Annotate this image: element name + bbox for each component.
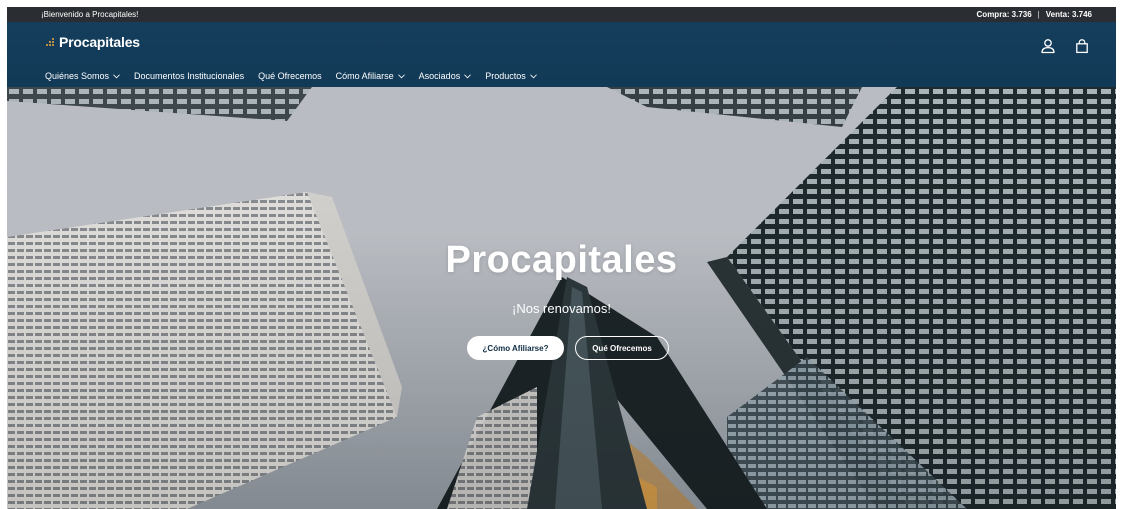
header-actions [1040, 38, 1090, 54]
nav-label: Documentos Institucionales [134, 71, 245, 81]
chevron-down-icon [529, 73, 537, 78]
nav-label: Quiénes Somos [45, 71, 110, 81]
nav-label: Qué Ofrecemos [258, 71, 322, 81]
chevron-down-icon [397, 73, 405, 78]
main-nav: Quiénes Somos Documentos Institucionales… [45, 71, 537, 81]
chevron-down-icon [113, 73, 120, 78]
announcement-bar: ¡Bienvenido a Procapitales! Compra: 3.73… [7, 7, 1116, 22]
que-ofrecemos-button[interactable]: Qué Ofrecemos [575, 336, 669, 360]
logo-text: Procapitales [59, 34, 140, 50]
hero-content: Procapitales ¡Nos renovamos! ¿Cómo Afili… [7, 87, 1116, 509]
nav-label: Asociados [418, 71, 461, 81]
sell-rate: Venta: 3.746 [1045, 10, 1092, 19]
hero-buttons: ¿Cómo Afiliarse? Qué Ofrecemos [467, 336, 669, 360]
hero-title: Procapitales [445, 239, 678, 281]
rate-separator: | [1037, 10, 1040, 19]
welcome-text: ¡Bienvenido a Procapitales! [41, 10, 139, 19]
nav-como-afiliarse[interactable]: Cómo Afiliarse [336, 71, 405, 81]
nav-label: Cómo Afiliarse [335, 71, 394, 81]
nav-asociados[interactable]: Asociados [419, 71, 472, 81]
account-icon[interactable] [1040, 38, 1056, 54]
cart-icon[interactable] [1074, 38, 1090, 54]
site-logo[interactable]: Procapitales [46, 34, 140, 50]
hero-banner: Procapitales ¡Nos renovamos! ¿Cómo Afili… [7, 87, 1116, 509]
logo-dots-icon [46, 37, 58, 47]
nav-label: Productos [485, 71, 526, 81]
nav-documentos-institucionales[interactable]: Documentos Institucionales [134, 71, 244, 81]
site-header: Procapitales Quiénes Somos Documentos In… [7, 22, 1116, 87]
chevron-down-icon [464, 73, 472, 78]
buy-rate: Compra: 3.736 [976, 10, 1032, 19]
como-afiliarse-button[interactable]: ¿Cómo Afiliarse? [467, 336, 564, 360]
nav-que-ofrecemos[interactable]: Qué Ofrecemos [258, 71, 322, 81]
exchange-rates: Compra: 3.736 | Venta: 3.746 [977, 10, 1092, 19]
hero-subtitle: ¡Nos renovamos! [512, 301, 611, 316]
nav-quienes-somos[interactable]: Quiénes Somos [45, 71, 120, 81]
page: ¡Bienvenido a Procapitales! Compra: 3.73… [7, 7, 1116, 509]
nav-productos[interactable]: Productos [485, 71, 537, 81]
